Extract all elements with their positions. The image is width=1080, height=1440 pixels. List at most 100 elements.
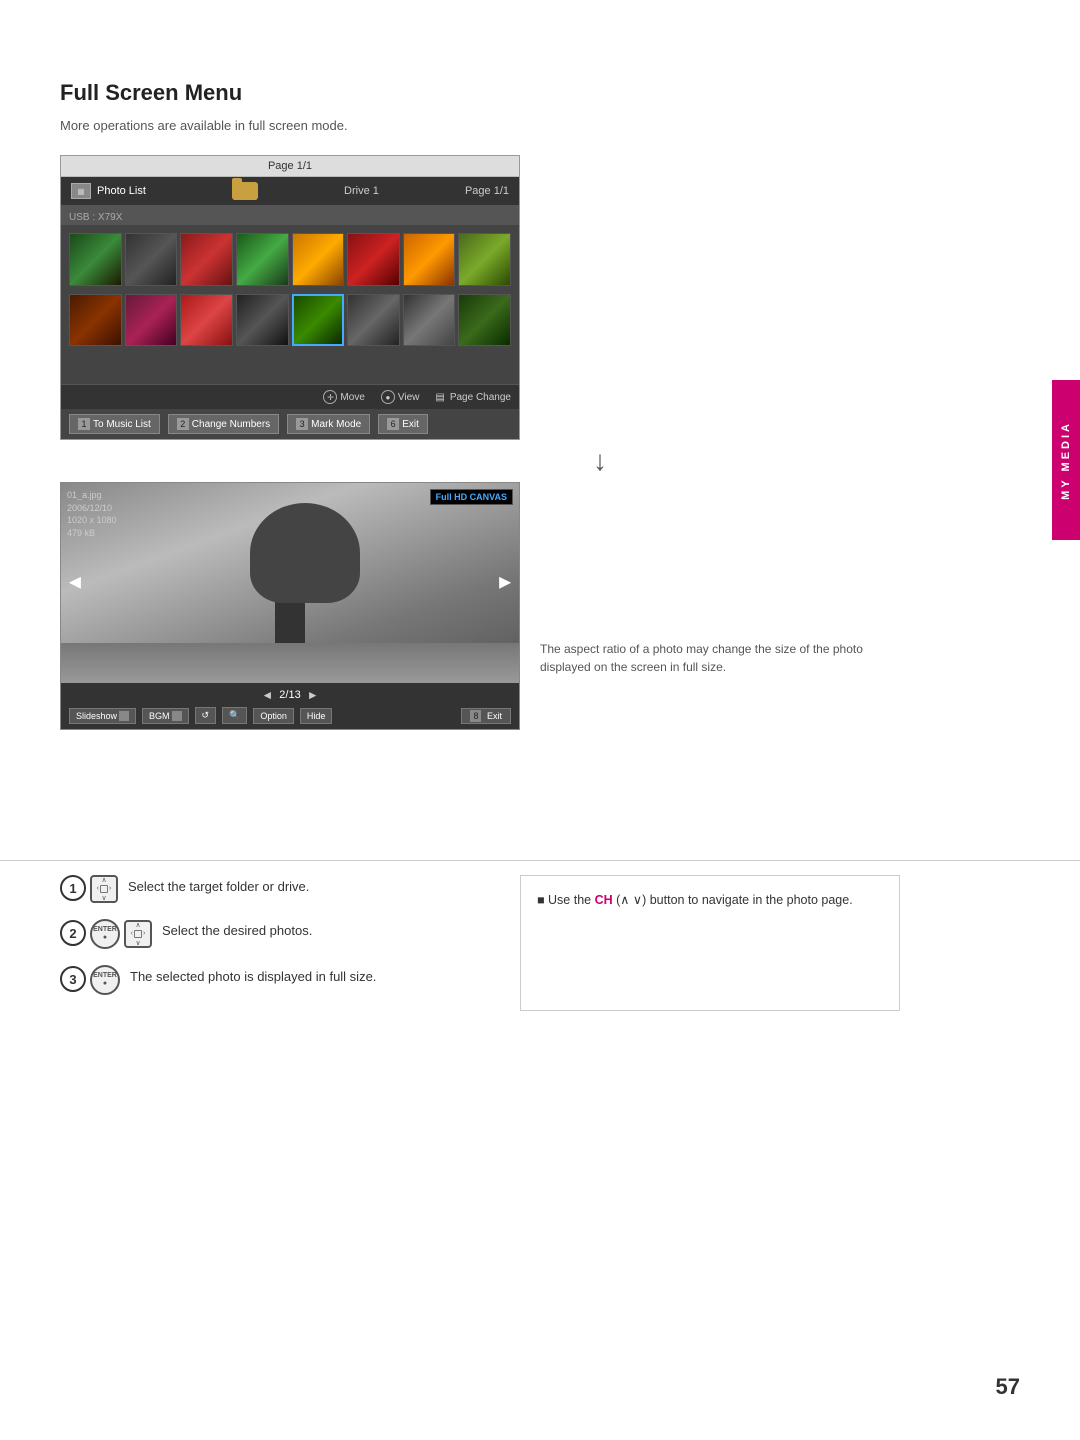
mark-mode-btn[interactable]: 3 Mark Mode xyxy=(287,414,370,434)
step-2-controls: 2 ENTER● ∧ ‹ › ∨ xyxy=(60,919,152,949)
btn-num-1: 1 xyxy=(78,418,90,430)
bgm-btn[interactable]: BGM xyxy=(142,708,189,724)
pagechange-icon: ▤ xyxy=(435,392,444,403)
hide-btn[interactable]: Hide xyxy=(300,708,333,724)
next-page-arrow[interactable]: ► xyxy=(307,688,319,702)
step-1-text: Select the target folder or drive. xyxy=(128,875,309,894)
right-note-text: The aspect ratio of a photo may change t… xyxy=(540,642,863,674)
thumb-16[interactable] xyxy=(458,294,511,347)
ch-text-suffix: button to navigate in the photo page. xyxy=(650,893,853,907)
nav-arrows-2: ∧ ‹ › ∨ xyxy=(131,921,146,947)
section-divider xyxy=(0,860,1080,861)
badge-suffix: CANVAS xyxy=(470,492,507,502)
thumb-5[interactable] xyxy=(292,233,345,286)
thumb-11[interactable] xyxy=(180,294,233,347)
step-3-text: The selected photo is displayed in full … xyxy=(130,965,376,984)
photo-list-screen: Page 1/1 ▦ Photo List Drive 1 Page 1/1 U… xyxy=(60,155,520,440)
up-arrow: ∧ xyxy=(97,876,112,884)
lr-arrows: ‹ › xyxy=(97,885,112,893)
fs-nav-right-btn[interactable]: ► xyxy=(495,572,515,595)
nav-btn-step2: ∧ ‹ › ∨ xyxy=(124,920,152,948)
center-box-2 xyxy=(134,930,142,938)
btn-num-6: 6 xyxy=(387,418,399,430)
step-3: 3 ENTER● The selected photo is displayed… xyxy=(60,965,490,995)
page-num: 2/13 xyxy=(279,689,300,701)
slideshow-icon xyxy=(119,711,129,721)
rotate-btn[interactable]: ↺ xyxy=(195,707,217,724)
thumb-9[interactable] xyxy=(69,294,122,347)
instructions-section: 1 ∧ ‹ › ∨ Select the target folder or dr… xyxy=(60,875,940,1011)
drive-label: Drive 1 xyxy=(344,185,379,197)
nav-hints-bar: ✛ Move ● View ▤ Page Change xyxy=(61,384,519,409)
ground-layer xyxy=(61,643,519,683)
fs-nav-left-btn[interactable]: ◄ xyxy=(65,572,85,595)
nav-hint-pagechange: ▤ Page Change xyxy=(435,392,511,403)
usb-label: USB : X79X xyxy=(69,212,122,223)
fs-controls: Slideshow BGM ↺ 🔍 Option Hide 8 Exit xyxy=(69,707,511,724)
bgm-icon xyxy=(172,711,182,721)
thumb-4[interactable] xyxy=(236,233,289,286)
nav-hint-move: ✛ Move xyxy=(323,390,364,404)
prev-page-arrow[interactable]: ◄ xyxy=(261,688,273,702)
fullscreen-viewer: 01_a.jpg 2006/12/10 1020 x 1080 479 kB F… xyxy=(60,482,520,730)
center-box xyxy=(100,885,108,893)
nav-hint-view: ● View xyxy=(381,390,420,404)
main-content: Full Screen Menu More operations are ava… xyxy=(60,80,960,730)
step-1-controls: 1 ∧ ‹ › ∨ xyxy=(60,875,118,903)
move-icon: ✛ xyxy=(323,390,337,404)
thumb-7[interactable] xyxy=(403,233,456,286)
enter-btn-step2: ENTER● xyxy=(90,919,120,949)
zoom-btn[interactable]: 🔍 xyxy=(222,707,247,724)
right-arrow-2: › xyxy=(143,930,145,938)
page-number: 57 xyxy=(996,1374,1020,1400)
exit-pl-btn[interactable]: 6 Exit xyxy=(378,414,428,434)
fs-exit-btn[interactable]: 8 Exit xyxy=(461,708,511,724)
lr-arrows-2: ‹ › xyxy=(131,930,146,938)
folder-icon xyxy=(232,182,258,200)
steps-left: 1 ∧ ‹ › ∨ Select the target folder or dr… xyxy=(60,875,490,1011)
photo-list-icon: ▦ xyxy=(71,183,91,199)
sidebar-tab: MY MEDIA xyxy=(1052,380,1080,540)
thumb-1[interactable] xyxy=(69,233,122,286)
buttons-bar: 1 To Music List 2 Change Numbers 3 Mark … xyxy=(61,409,519,439)
thumb-6[interactable] xyxy=(347,233,400,286)
to-music-list-btn[interactable]: 1 To Music List xyxy=(69,414,160,434)
file-info: 01_a.jpg 2006/12/10 1020 x 1080 479 kB xyxy=(67,489,117,539)
resolution: 1020 x 1080 xyxy=(67,514,117,527)
ch-note-box: ■ Use the CH (∧ ∨) button to navigate in… xyxy=(520,875,900,1011)
exit-num: 8 xyxy=(470,710,481,722)
thumb-13-selected[interactable] xyxy=(292,294,345,347)
arrow-down: ↓ xyxy=(60,445,960,477)
step-2-text: Select the desired photos. xyxy=(162,919,312,938)
step-2-circle: 2 xyxy=(60,920,86,946)
ch-label: CH xyxy=(595,893,613,907)
nav-btn-step1: ∧ ‹ › ∨ xyxy=(90,875,118,903)
photo-list-mockup: Page 1/1 ▦ Photo List Drive 1 Page 1/1 U… xyxy=(60,155,520,440)
usb-bar: USB : X79X xyxy=(61,205,519,225)
thumb-10[interactable] xyxy=(125,294,178,347)
slideshow-btn[interactable]: Slideshow xyxy=(69,708,136,724)
fs-page-nav: ◄ 2/13 ► xyxy=(69,688,511,702)
page-label: Page 1/1 xyxy=(465,185,509,197)
option-btn[interactable]: Option xyxy=(253,708,294,724)
up-arrow-2: ∧ xyxy=(131,921,146,929)
thumb-12[interactable] xyxy=(236,294,289,347)
thumb-3[interactable] xyxy=(180,233,233,286)
step-1-circle: 1 xyxy=(60,875,86,901)
view-icon: ● xyxy=(381,390,395,404)
btn-num-3: 3 xyxy=(296,418,308,430)
step-3-controls: 3 ENTER● xyxy=(60,965,120,995)
thumb-2[interactable] xyxy=(125,233,178,286)
thumb-8[interactable] xyxy=(458,233,511,286)
ch-text-prefix: Use the xyxy=(548,893,595,907)
grid-spacer xyxy=(61,354,519,384)
thumbnail-grid-row2 xyxy=(61,294,519,355)
fs-bottom-bar: ◄ 2/13 ► Slideshow BGM ↺ 🔍 Option Hide xyxy=(61,683,519,729)
ch-note-text: ■ Use the CH (∧ ∨) button to navigate in… xyxy=(537,890,883,910)
thumb-14[interactable] xyxy=(347,294,400,347)
btn-num-2: 2 xyxy=(177,418,189,430)
fs-image-area xyxy=(61,483,519,683)
thumb-15[interactable] xyxy=(403,294,456,347)
change-numbers-btn[interactable]: 2 Change Numbers xyxy=(168,414,279,434)
nav-arrows: ∧ ‹ › ∨ xyxy=(97,876,112,902)
